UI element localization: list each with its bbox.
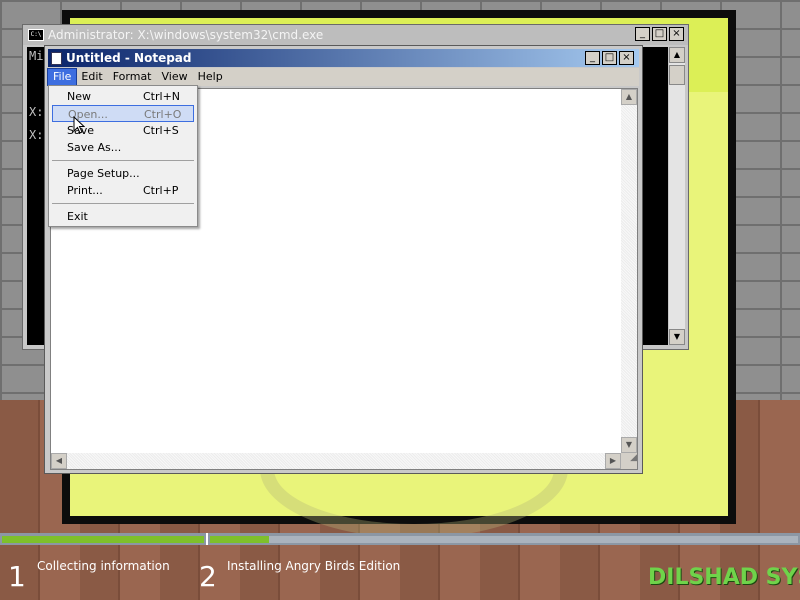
- menu-separator: [52, 160, 194, 161]
- cmd-close-button[interactable]: ×: [669, 27, 684, 41]
- cmd-maximize-button[interactable]: □: [652, 27, 667, 41]
- scroll-up-arrow-icon[interactable]: ▲: [621, 89, 637, 105]
- menu-format[interactable]: Format: [108, 69, 157, 85]
- step1-progress-track: [2, 536, 204, 543]
- step-label: Installing Angry Birds Edition: [227, 559, 401, 573]
- notepad-title-bar[interactable]: Untitled - Notepad: [48, 49, 639, 67]
- notepad-horizontal-scrollbar[interactable]: ◀ ▶: [51, 453, 621, 469]
- step1-progress-fill: [2, 536, 204, 543]
- step2-progress-track: [210, 536, 798, 543]
- cmd-title-text: Administrator: X:\windows\system32\cmd.e…: [48, 28, 324, 42]
- cmd-scroll-up-arrow-icon[interactable]: ▲: [669, 47, 685, 63]
- notepad-app-icon: [51, 51, 62, 65]
- mouse-pointer-icon: [73, 116, 85, 134]
- cmd-scroll-down-arrow-icon[interactable]: ▼: [669, 329, 685, 345]
- file-menu-dropdown: New Ctrl+N Open... Ctrl+O Save Ctrl+S Sa…: [48, 85, 198, 227]
- notepad-close-button[interactable]: ×: [619, 51, 634, 65]
- cmd-title-bar[interactable]: C:\ Administrator: X:\windows\system32\c…: [23, 25, 688, 45]
- menu-file[interactable]: File: [46, 68, 78, 86]
- progress-divider: [206, 533, 208, 545]
- cmd-minimize-button[interactable]: _: [635, 27, 650, 41]
- menu-help[interactable]: Help: [193, 69, 228, 85]
- setup-progress-strip: [0, 533, 800, 545]
- file-menu-page-setup[interactable]: Page Setup...: [52, 165, 194, 182]
- file-menu-print[interactable]: Print... Ctrl+P: [52, 182, 194, 199]
- notepad-vertical-scrollbar[interactable]: ▲ ▼: [621, 89, 637, 453]
- watermark-logo: DILSHAD SYS: [648, 565, 800, 590]
- notepad-menu-bar: File Edit Format View Help: [46, 68, 639, 86]
- step2-progress-fill: [210, 536, 269, 543]
- step-number: 2: [199, 560, 217, 593]
- scroll-left-arrow-icon[interactable]: ◀: [51, 453, 67, 469]
- resize-grip-icon[interactable]: ◢: [621, 453, 637, 469]
- file-menu-new[interactable]: New Ctrl+N: [52, 88, 194, 105]
- cmd-line: X:: [29, 105, 44, 119]
- scroll-down-arrow-icon[interactable]: ▼: [621, 437, 637, 453]
- scroll-right-arrow-icon[interactable]: ▶: [605, 453, 621, 469]
- menu-edit[interactable]: Edit: [76, 69, 107, 85]
- cmd-app-icon: C:\: [28, 29, 44, 41]
- cmd-line: Mi: [29, 49, 44, 63]
- cmd-vertical-scrollbar[interactable]: ▲ ▼: [669, 47, 685, 345]
- notepad-maximize-button[interactable]: □: [602, 51, 617, 65]
- notepad-minimize-button[interactable]: _: [585, 51, 600, 65]
- menu-view[interactable]: View: [157, 69, 193, 85]
- cmd-scroll-thumb[interactable]: [669, 65, 685, 85]
- step-number: 1: [8, 560, 26, 593]
- notepad-title-text: Untitled - Notepad: [66, 51, 192, 65]
- file-menu-save-as[interactable]: Save As...: [52, 139, 194, 156]
- step-label: Collecting information: [37, 559, 170, 573]
- cmd-line: X:: [29, 128, 44, 142]
- file-menu-exit[interactable]: Exit: [52, 208, 194, 225]
- menu-separator: [52, 203, 194, 204]
